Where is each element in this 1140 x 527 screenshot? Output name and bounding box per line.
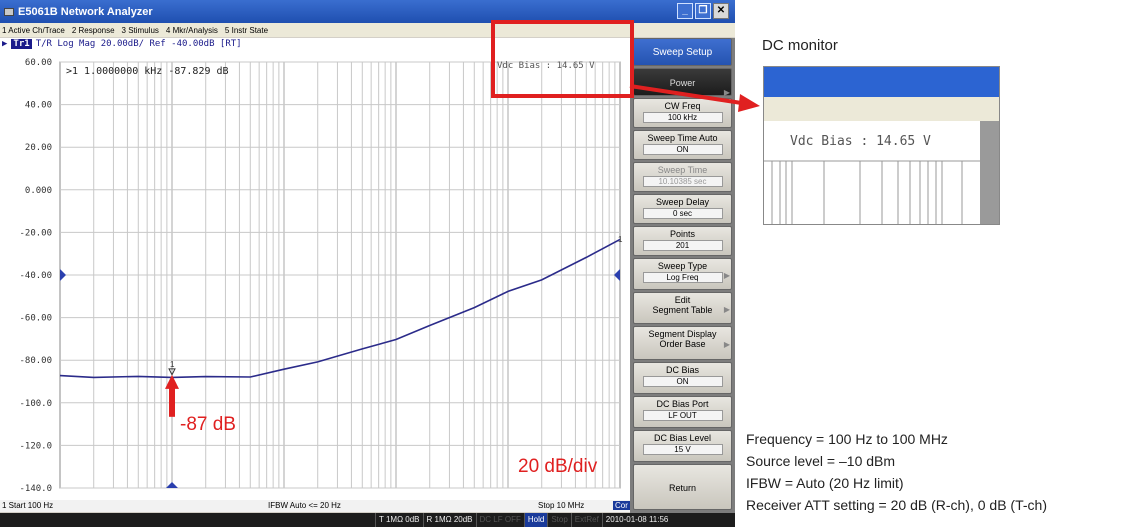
trace-label: T/R Log Mag 20.00dB/ Ref -40.00dB [RT] bbox=[35, 39, 242, 49]
status-dc-lf: DC LF OFF bbox=[475, 513, 524, 527]
points-label: Points bbox=[669, 229, 695, 239]
y-tick-label: -100.0 bbox=[19, 399, 52, 409]
sweep-delay-button[interactable]: Sweep Delay 0 sec bbox=[633, 194, 732, 224]
status-hold: Hold bbox=[523, 513, 548, 527]
start-frequency: 1 Start 100 Hz bbox=[2, 501, 54, 510]
plot-area[interactable]: 60.00 40.00 20.00 0.000 -20.00 -40.00 -60.00 -8… bbox=[0, 50, 630, 500]
sweep-type-value: Log Freq bbox=[642, 272, 723, 283]
zoom-vdc-bias-readout: Vdc Bias : 14.65 V bbox=[790, 134, 931, 149]
measurement-conditions: Frequency = 100 Hz to 100 MHz Source lev… bbox=[746, 428, 1047, 516]
window-title: E5061B Network Analyzer bbox=[18, 5, 153, 18]
minimize-icon[interactable]: _ bbox=[677, 3, 693, 19]
y-tick-label: 40.00 bbox=[25, 101, 52, 111]
edit-sublabel: Segment Table bbox=[652, 305, 713, 315]
y-tick-label: -120.0 bbox=[19, 441, 52, 451]
red-arrow-shaft bbox=[169, 384, 175, 417]
points-button[interactable]: Points 201 bbox=[633, 226, 732, 256]
y-tick-label: -40.00 bbox=[19, 271, 52, 281]
stop-frequency: Stop 10 MHz bbox=[538, 501, 585, 510]
y-tick-label: 60.00 bbox=[25, 58, 52, 68]
scale-annotation: 20 dB/div bbox=[518, 456, 598, 477]
dc-bias-port-label: DC Bias Port bbox=[656, 399, 709, 409]
zoom-menu-bar bbox=[764, 97, 999, 121]
menu-marker-analysis[interactable]: 4 Mkr/Analysis bbox=[166, 26, 218, 35]
segment-display-label: Segment Display bbox=[648, 329, 717, 339]
sweep-delay-value: 0 sec bbox=[642, 208, 723, 219]
status-t-port: T 1MΩ 0dB bbox=[375, 513, 423, 527]
sweep-setup-button[interactable]: Sweep Setup bbox=[633, 38, 732, 66]
y-tick-label: -60.00 bbox=[19, 314, 52, 324]
y-tick-label: -80.00 bbox=[19, 356, 52, 366]
ifbw-setting: IFBW Auto <= 20 Hz bbox=[268, 501, 341, 510]
status-stop: Stop bbox=[547, 513, 570, 527]
segment-display-value: Order Base bbox=[659, 339, 706, 349]
dc-bias-level-value: 15 V bbox=[642, 444, 723, 455]
sweep-time-value: 10.10385 sec bbox=[642, 176, 723, 187]
marker-1-label: 1 bbox=[170, 360, 175, 369]
zoom-softkey-edge bbox=[980, 121, 999, 224]
segment-display-button[interactable]: Segment Display Order Base ▶ bbox=[633, 326, 732, 360]
restore-icon[interactable]: ❐ bbox=[695, 3, 711, 19]
menu-active-trace[interactable]: 1 Active Ch/Trace bbox=[2, 26, 65, 35]
marker-readout: >1 1.0000000 kHz -87.829 dB bbox=[66, 66, 229, 77]
instrument-status-bar: T 1MΩ 0dB R 1MΩ 20dB DC LF OFF Hold Stop… bbox=[0, 513, 735, 527]
sweep-type-button[interactable]: Sweep Type Log Freq ▶ bbox=[633, 258, 732, 290]
dc-bias-value: ON bbox=[642, 376, 723, 387]
sweep-time-label: Sweep Time bbox=[657, 165, 708, 175]
dc-bias-label: DC Bias bbox=[665, 365, 699, 375]
condition-frequency: Frequency = 100 Hz to 100 MHz bbox=[746, 431, 948, 447]
sweep-time-auto-label: Sweep Time Auto bbox=[647, 133, 718, 143]
sweep-type-label: Sweep Type bbox=[657, 261, 708, 271]
trace-arrow-icon: ▶ bbox=[2, 39, 8, 49]
menu-stimulus[interactable]: 3 Stimulus bbox=[122, 26, 159, 35]
return-button[interactable]: Return bbox=[633, 464, 732, 510]
sweep-time-auto-value: ON bbox=[642, 144, 723, 155]
submenu-arrow-icon: ▶ bbox=[723, 271, 730, 280]
menu-instr-state[interactable]: 5 Instr State bbox=[225, 26, 268, 35]
points-value: 201 bbox=[642, 240, 723, 251]
trace-badge[interactable]: Tr1 bbox=[11, 39, 32, 49]
window-controls: _ ❐ ✕ bbox=[677, 3, 729, 19]
condition-source-level: Source level = –10 dBm bbox=[746, 453, 896, 469]
status-r-port: R 1MΩ 20dB bbox=[422, 513, 476, 527]
status-datetime: 2010-01-08 11:56 bbox=[601, 513, 672, 527]
sweep-status-bar: 1 Start 100 Hz IFBW Auto <= 20 Hz Stop 1… bbox=[0, 500, 630, 512]
chart-svg: 60.00 40.00 20.00 0.000 -20.00 -40.00 -60.00 -8… bbox=[19, 58, 623, 494]
condition-receiver-att: Receiver ATT setting = 20 dB (R-ch), 0 d… bbox=[746, 497, 1047, 513]
dc-bias-port-value: LF OUT bbox=[642, 410, 723, 421]
marker-value-annotation: -87 dB bbox=[180, 414, 236, 435]
app-icon bbox=[4, 7, 14, 16]
zoom-title-bar bbox=[764, 67, 999, 97]
sweep-time-auto-button[interactable]: Sweep Time Auto ON bbox=[633, 130, 732, 160]
close-icon[interactable]: ✕ bbox=[713, 3, 729, 19]
dc-bias-button[interactable]: DC Bias ON bbox=[633, 362, 732, 394]
status-extref: ExtRef bbox=[570, 513, 602, 527]
dc-bias-port-button[interactable]: DC Bias Port LF OUT bbox=[633, 396, 732, 428]
edit-label: Edit bbox=[674, 295, 691, 305]
dc-bias-level-button[interactable]: DC Bias Level 15 V bbox=[633, 430, 732, 462]
trace-end-marker-label: 1 bbox=[618, 235, 623, 244]
y-tick-label: 20.00 bbox=[25, 143, 52, 153]
condition-ifbw: IFBW = Auto (20 Hz limit) bbox=[746, 475, 904, 491]
menu-response[interactable]: 2 Response bbox=[72, 26, 115, 35]
sweep-delay-label: Sweep Delay bbox=[655, 197, 710, 207]
dc-bias-level-label: DC Bias Level bbox=[653, 433, 712, 443]
sweep-time-button[interactable]: Sweep Time 10.10385 sec bbox=[633, 162, 732, 192]
y-tick-label: -20.00 bbox=[19, 228, 52, 238]
edit-segment-table-button[interactable]: Edit Segment Table ▶ bbox=[633, 292, 732, 324]
submenu-arrow-icon: ▶ bbox=[723, 305, 730, 314]
dc-monitor-zoom: Vdc Bias : 14.65 V bbox=[763, 66, 1000, 225]
dc-monitor-title: DC monitor bbox=[762, 37, 838, 54]
correction-indicator: Cor bbox=[613, 501, 630, 510]
pointer-arrow bbox=[629, 84, 760, 112]
y-tick-label: 0.000 bbox=[25, 186, 52, 196]
submenu-arrow-icon: ▶ bbox=[723, 339, 730, 349]
y-tick-label: -140.0 bbox=[19, 484, 52, 494]
